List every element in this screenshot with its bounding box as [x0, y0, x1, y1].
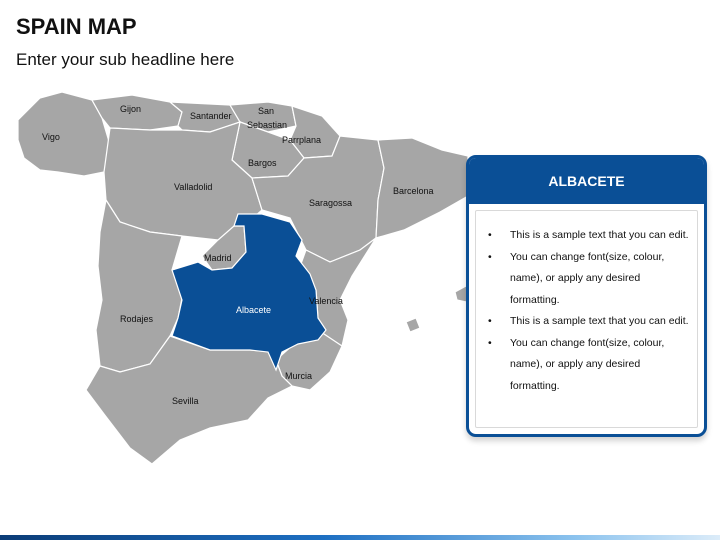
info-card: ALBACETE This is a sample text that you …: [466, 155, 707, 437]
region-balearic-ibiza[interactable]: [405, 317, 421, 333]
label-sevilla: Sevilla: [172, 396, 199, 406]
label-saragossa: Saragossa: [309, 198, 352, 208]
bullet-item: This is a sample text that you can edit.: [486, 225, 689, 247]
label-vigo: Vigo: [42, 132, 60, 142]
label-valencia: Valencia: [309, 296, 343, 306]
bullet-item: You can change font(size, colour, name),…: [486, 247, 689, 312]
label-madrid: Madrid: [204, 253, 232, 263]
bullet-item: This is a sample text that you can edit.: [486, 311, 689, 333]
label-santander: Santander: [190, 111, 232, 121]
label-san-sebastian-2: Sebastian: [247, 120, 287, 130]
info-card-title: ALBACETE: [469, 158, 704, 204]
label-gijon: Gijon: [120, 104, 141, 114]
label-san-sebastian-1: San: [258, 106, 274, 116]
info-card-body: This is a sample text that you can edit.…: [475, 210, 698, 428]
bullet-list: This is a sample text that you can edit.…: [486, 225, 689, 397]
footer-gradient-bar: [0, 535, 720, 540]
label-bargos: Bargos: [248, 158, 277, 168]
label-murcia: Murcia: [285, 371, 312, 381]
label-barcelona: Barcelona: [393, 186, 434, 196]
label-albacete: Albacete: [236, 305, 271, 315]
label-valladolid: Valladolid: [174, 182, 212, 192]
label-parrplana: Parrplana: [282, 135, 321, 145]
label-rodajes: Rodajes: [120, 314, 154, 324]
bullet-item: You can change font(size, colour, name),…: [486, 333, 689, 398]
